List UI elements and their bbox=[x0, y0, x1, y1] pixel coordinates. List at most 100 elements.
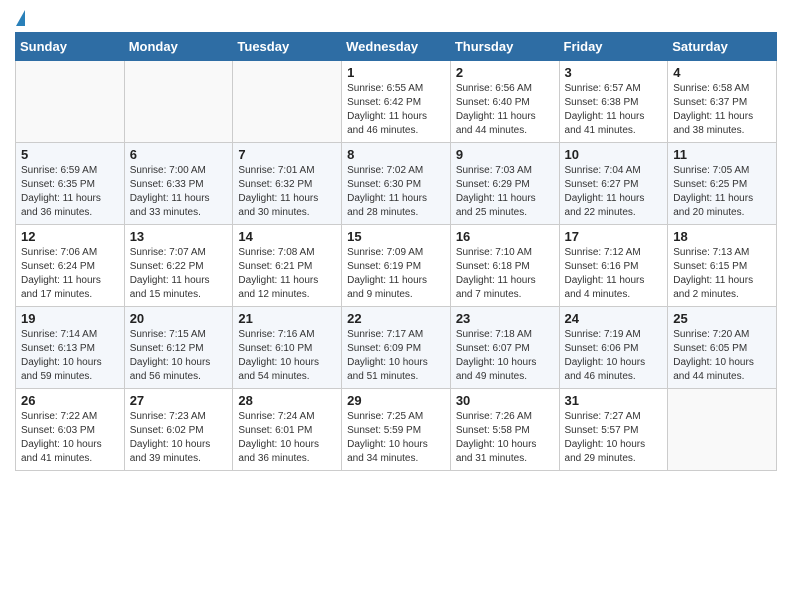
day-number: 16 bbox=[456, 229, 554, 244]
calendar-cell: 23Sunrise: 7:18 AM Sunset: 6:07 PM Dayli… bbox=[450, 307, 559, 389]
day-number: 9 bbox=[456, 147, 554, 162]
day-info: Sunrise: 7:02 AM Sunset: 6:30 PM Dayligh… bbox=[347, 164, 445, 220]
calendar-cell: 9 Sunrise: 7:03 AM Sunset: 6:29 PM Daylig… bbox=[450, 143, 559, 225]
day-number: 19 bbox=[21, 311, 119, 326]
day-number: 25 bbox=[673, 311, 771, 326]
calendar-cell: 24 Sunrise: 7:19 AM Sunset: 6:06 PM Dayli… bbox=[559, 307, 668, 389]
day-number: 31 bbox=[565, 393, 663, 408]
weekday-header-wednesday: Wednesday bbox=[342, 33, 451, 61]
day-number: 24 bbox=[565, 311, 663, 326]
weekday-header-thursday: Thursday bbox=[450, 33, 559, 61]
day-number: 3 bbox=[565, 65, 663, 80]
day-number: 6 bbox=[130, 147, 228, 162]
day-info: Sunrise: 7:14 AM Sunset: 6:13 PM Dayligh… bbox=[21, 328, 119, 384]
day-number: 10 bbox=[565, 147, 663, 162]
day-number: 4 bbox=[673, 65, 771, 80]
calendar-cell: 8 Sunrise: 7:02 AM Sunset: 6:30 PM Daylig… bbox=[342, 143, 451, 225]
calendar-cell: 27 Sunrise: 7:23 AM Sunset: 6:02 PM Dayli… bbox=[124, 389, 233, 471]
calendar-cell: 11 Sunrise: 7:05 AM Sunset: 6:25 PM Dayli… bbox=[668, 143, 777, 225]
day-number: 20 bbox=[130, 311, 228, 326]
calendar-cell: 17 Sunrise: 7:12 AM Sunset: 6:16 PM Dayli… bbox=[559, 225, 668, 307]
day-number: 30 bbox=[456, 393, 554, 408]
day-number: 28 bbox=[238, 393, 336, 408]
day-info: Sunrise: 7:18 AM Sunset: 6:07 PM Dayligh… bbox=[456, 328, 554, 384]
calendar-cell: 28 Sunrise: 7:24 AM Sunset: 6:01 PM Dayli… bbox=[233, 389, 342, 471]
calendar-cell: 18 Sunrise: 7:13 AM Sunset: 6:15 PM Dayli… bbox=[668, 225, 777, 307]
day-info: Sunrise: 7:04 AM Sunset: 6:27 PM Dayligh… bbox=[565, 164, 663, 220]
calendar-cell bbox=[233, 61, 342, 143]
calendar-cell: 25 Sunrise: 7:20 AM Sunset: 6:05 PM Dayli… bbox=[668, 307, 777, 389]
calendar-cell: 5 Sunrise: 6:59 AM Sunset: 6:35 PM Daylig… bbox=[16, 143, 125, 225]
day-info: Sunrise: 7:16 AM Sunset: 6:10 PM Dayligh… bbox=[238, 328, 336, 384]
weekday-header-saturday: Saturday bbox=[668, 33, 777, 61]
day-info: Sunrise: 7:10 AM Sunset: 6:18 PM Dayligh… bbox=[456, 246, 554, 302]
calendar-cell: 3 Sunrise: 6:57 AM Sunset: 6:38 PM Daylig… bbox=[559, 61, 668, 143]
day-info: Sunrise: 6:57 AM Sunset: 6:38 PM Dayligh… bbox=[565, 82, 663, 138]
calendar-week-row: 26 Sunrise: 7:22 AM Sunset: 6:03 PM Dayli… bbox=[16, 389, 777, 471]
calendar-cell: 26 Sunrise: 7:22 AM Sunset: 6:03 PM Dayli… bbox=[16, 389, 125, 471]
calendar-cell: 2 Sunrise: 6:56 AM Sunset: 6:40 PM Daylig… bbox=[450, 61, 559, 143]
calendar-cell: 12Sunrise: 7:06 AM Sunset: 6:24 PM Dayli… bbox=[16, 225, 125, 307]
day-info: Sunrise: 7:01 AM Sunset: 6:32 PM Dayligh… bbox=[238, 164, 336, 220]
day-info: Sunrise: 7:15 AM Sunset: 6:12 PM Dayligh… bbox=[130, 328, 228, 384]
day-number: 17 bbox=[565, 229, 663, 244]
day-info: Sunrise: 7:19 AM Sunset: 6:06 PM Dayligh… bbox=[565, 328, 663, 384]
calendar-cell: 13 Sunrise: 7:07 AM Sunset: 6:22 PM Dayli… bbox=[124, 225, 233, 307]
day-info: Sunrise: 7:00 AM Sunset: 6:33 PM Dayligh… bbox=[130, 164, 228, 220]
weekday-header-row: SundayMondayTuesdayWednesdayThursdayFrid… bbox=[16, 33, 777, 61]
calendar-cell: 14Sunrise: 7:08 AM Sunset: 6:21 PM Dayli… bbox=[233, 225, 342, 307]
day-number: 29 bbox=[347, 393, 445, 408]
day-number: 8 bbox=[347, 147, 445, 162]
day-info: Sunrise: 6:59 AM Sunset: 6:35 PM Dayligh… bbox=[21, 164, 119, 220]
calendar-cell: 4 Sunrise: 6:58 AM Sunset: 6:37 PM Daylig… bbox=[668, 61, 777, 143]
calendar-cell bbox=[16, 61, 125, 143]
day-info: Sunrise: 7:06 AM Sunset: 6:24 PM Dayligh… bbox=[21, 246, 119, 302]
calendar-cell: 30Sunrise: 7:26 AM Sunset: 5:58 PM Dayli… bbox=[450, 389, 559, 471]
calendar-cell bbox=[124, 61, 233, 143]
day-info: Sunrise: 7:24 AM Sunset: 6:01 PM Dayligh… bbox=[238, 410, 336, 466]
day-info: Sunrise: 7:05 AM Sunset: 6:25 PM Dayligh… bbox=[673, 164, 771, 220]
day-number: 22 bbox=[347, 311, 445, 326]
header bbox=[15, 10, 777, 24]
day-info: Sunrise: 6:56 AM Sunset: 6:40 PM Dayligh… bbox=[456, 82, 554, 138]
day-number: 2 bbox=[456, 65, 554, 80]
day-number: 5 bbox=[21, 147, 119, 162]
calendar-cell bbox=[668, 389, 777, 471]
day-number: 13 bbox=[130, 229, 228, 244]
calendar-cell: 20 Sunrise: 7:15 AM Sunset: 6:12 PM Dayli… bbox=[124, 307, 233, 389]
calendar-cell: 10 Sunrise: 7:04 AM Sunset: 6:27 PM Dayli… bbox=[559, 143, 668, 225]
day-info: Sunrise: 7:07 AM Sunset: 6:22 PM Dayligh… bbox=[130, 246, 228, 302]
day-number: 11 bbox=[673, 147, 771, 162]
calendar-week-row: 1Sunrise: 6:55 AM Sunset: 6:42 PM Daylig… bbox=[16, 61, 777, 143]
calendar-week-row: 5 Sunrise: 6:59 AM Sunset: 6:35 PM Daylig… bbox=[16, 143, 777, 225]
calendar-cell: 21 Sunrise: 7:16 AM Sunset: 6:10 PM Dayli… bbox=[233, 307, 342, 389]
day-info: Sunrise: 7:20 AM Sunset: 6:05 PM Dayligh… bbox=[673, 328, 771, 384]
day-number: 21 bbox=[238, 311, 336, 326]
day-info: Sunrise: 7:13 AM Sunset: 6:15 PM Dayligh… bbox=[673, 246, 771, 302]
calendar-cell: 16 Sunrise: 7:10 AM Sunset: 6:18 PM Dayli… bbox=[450, 225, 559, 307]
day-number: 26 bbox=[21, 393, 119, 408]
day-info: Sunrise: 6:55 AM Sunset: 6:42 PM Dayligh… bbox=[347, 82, 445, 138]
day-number: 27 bbox=[130, 393, 228, 408]
calendar-cell: 15Sunrise: 7:09 AM Sunset: 6:19 PM Dayli… bbox=[342, 225, 451, 307]
calendar-table: SundayMondayTuesdayWednesdayThursdayFrid… bbox=[15, 32, 777, 471]
day-number: 15 bbox=[347, 229, 445, 244]
calendar-cell: 1Sunrise: 6:55 AM Sunset: 6:42 PM Daylig… bbox=[342, 61, 451, 143]
calendar-week-row: 19 Sunrise: 7:14 AM Sunset: 6:13 PM Dayli… bbox=[16, 307, 777, 389]
day-info: Sunrise: 7:17 AM Sunset: 6:09 PM Dayligh… bbox=[347, 328, 445, 384]
calendar-cell: 22 Sunrise: 7:17 AM Sunset: 6:09 PM Dayli… bbox=[342, 307, 451, 389]
day-info: Sunrise: 7:23 AM Sunset: 6:02 PM Dayligh… bbox=[130, 410, 228, 466]
day-info: Sunrise: 7:27 AM Sunset: 5:57 PM Dayligh… bbox=[565, 410, 663, 466]
day-number: 14 bbox=[238, 229, 336, 244]
calendar-cell: 7 Sunrise: 7:01 AM Sunset: 6:32 PM Daylig… bbox=[233, 143, 342, 225]
day-info: Sunrise: 7:12 AM Sunset: 6:16 PM Dayligh… bbox=[565, 246, 663, 302]
calendar-week-row: 12Sunrise: 7:06 AM Sunset: 6:24 PM Dayli… bbox=[16, 225, 777, 307]
day-info: Sunrise: 7:22 AM Sunset: 6:03 PM Dayligh… bbox=[21, 410, 119, 466]
day-number: 18 bbox=[673, 229, 771, 244]
day-info: Sunrise: 7:25 AM Sunset: 5:59 PM Dayligh… bbox=[347, 410, 445, 466]
calendar-cell: 31 Sunrise: 7:27 AM Sunset: 5:57 PM Dayli… bbox=[559, 389, 668, 471]
day-info: Sunrise: 6:58 AM Sunset: 6:37 PM Dayligh… bbox=[673, 82, 771, 138]
day-info: Sunrise: 7:03 AM Sunset: 6:29 PM Dayligh… bbox=[456, 164, 554, 220]
day-number: 7 bbox=[238, 147, 336, 162]
logo-triangle-icon bbox=[16, 10, 25, 26]
